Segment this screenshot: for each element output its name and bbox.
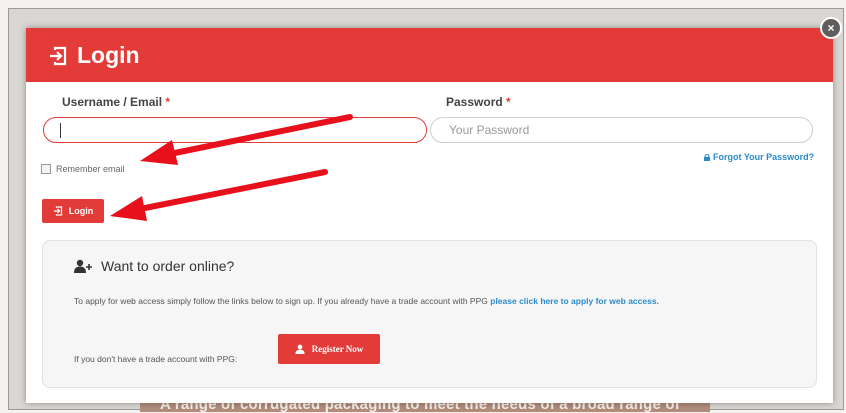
username-label: Username / Email: [62, 95, 163, 109]
login-icon: [53, 206, 62, 216]
user-plus-icon: [74, 259, 92, 273]
modal-header: Login: [26, 28, 833, 82]
remember-email[interactable]: Remember email: [41, 164, 125, 174]
forgot-password-link[interactable]: Forgot Your Password?: [704, 152, 814, 162]
order-online-heading: Want to order online?: [74, 258, 234, 274]
forgot-password-label: Forgot Your Password?: [713, 152, 815, 162]
no-account-text: If you don't have a trade account with P…: [74, 354, 238, 364]
modal-title: Login: [77, 42, 140, 68]
login-button[interactable]: Login: [42, 199, 104, 223]
order-online-description: To apply for web access simply follow th…: [74, 292, 764, 311]
password-required-mark: *: [506, 95, 511, 109]
username-required-mark: *: [165, 95, 171, 109]
close-button[interactable]: ×: [820, 17, 842, 39]
remember-email-checkbox[interactable]: [41, 164, 51, 174]
register-now-button[interactable]: Register Now: [278, 334, 380, 364]
remember-email-label: Remember email: [56, 164, 125, 174]
password-label-wrap: Password *: [446, 95, 511, 109]
close-icon: ×: [827, 21, 835, 35]
password-placeholder: Your Password: [449, 123, 530, 137]
order-online-panel: Want to order online? To apply for web a…: [42, 240, 817, 388]
register-now-label: Register Now: [311, 344, 364, 354]
modal-title-wrap: Login: [48, 42, 140, 69]
password-input[interactable]: Your Password: [430, 117, 813, 143]
lock-icon: [704, 153, 710, 161]
user-icon: [295, 344, 305, 354]
apply-web-access-link[interactable]: please click here to apply for web acces…: [490, 296, 659, 306]
login-button-label: Login: [68, 206, 94, 216]
password-label: Password: [446, 95, 503, 109]
login-icon: [50, 46, 67, 65]
order-online-title: Want to order online?: [101, 258, 235, 274]
username-input[interactable]: [43, 117, 427, 143]
login-modal: Login Username / Email * Password * Your…: [26, 28, 833, 403]
username-label-wrap: Username / Email *: [62, 95, 170, 109]
order-online-text: To apply for web access simply follow th…: [74, 296, 491, 306]
text-cursor: [60, 123, 61, 138]
